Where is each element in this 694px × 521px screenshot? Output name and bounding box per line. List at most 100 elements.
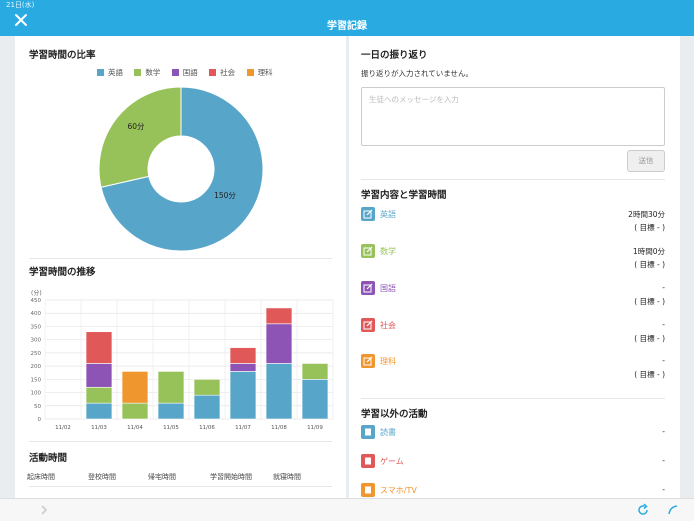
legend-item-japanese: 国語 bbox=[171, 67, 198, 78]
subject-row-science[interactable]: 理科 - ( 目標 - ) bbox=[361, 354, 665, 384]
x-tick-label: 11/03 bbox=[91, 425, 107, 431]
legend-item-english: 英語 bbox=[97, 67, 123, 78]
activity-name: ゲーム bbox=[380, 457, 404, 466]
bar-segment-英語 bbox=[229, 371, 257, 420]
trend-bar-chart: (分) 0 50 100 150 200 250 300 350 400 450 11/02 11/… bbox=[31, 289, 334, 431]
top-bar: 21日(水) 学習記録 bbox=[0, 0, 694, 36]
bar-segment-数学 bbox=[193, 379, 221, 396]
bar-segment-英語 bbox=[85, 402, 113, 420]
subject-name: 国語 bbox=[380, 284, 396, 293]
message-placeholder: 生徒へのメッセージを入力 bbox=[369, 95, 459, 104]
col-sleep: 就寝時間 bbox=[273, 473, 301, 481]
bottom-toolbar bbox=[0, 498, 694, 521]
legend-swatch bbox=[134, 69, 142, 76]
bar-segment-国語 bbox=[229, 363, 257, 372]
y-tick-label: 100 bbox=[31, 391, 42, 397]
edit-icon bbox=[361, 207, 375, 221]
activity-title: 活動時間 bbox=[29, 453, 68, 464]
bar-segment-理科 bbox=[121, 371, 149, 404]
edit-icon bbox=[361, 281, 375, 295]
bar-segment-数学 bbox=[157, 371, 185, 404]
subject-time: - bbox=[662, 320, 665, 329]
subject-row-math[interactable]: 数学 1時間0分 ( 目標 - ) bbox=[361, 244, 665, 274]
y-tick-label: 250 bbox=[31, 351, 42, 357]
bar-segment-社会 bbox=[265, 307, 293, 325]
subject-row-english[interactable]: 英語 2時間30分 ( 目標 - ) bbox=[361, 207, 665, 237]
reflection-title: 一日の振り返り bbox=[361, 50, 428, 61]
expand-icon[interactable] bbox=[666, 503, 680, 517]
y-tick-label: 150 bbox=[31, 377, 42, 383]
x-tick-label: 11/06 bbox=[199, 425, 215, 431]
subject-name: 英語 bbox=[380, 210, 396, 219]
subject-goal: ( 目標 - ) bbox=[634, 223, 665, 232]
subject-time: - bbox=[662, 283, 665, 292]
activity-value: - bbox=[662, 427, 665, 436]
bar-segment-数学 bbox=[121, 402, 149, 420]
col-study-start: 学習開始時間 bbox=[210, 473, 252, 481]
bar-segment-社会 bbox=[229, 347, 257, 364]
legend-swatch bbox=[209, 69, 217, 76]
activity-value: - bbox=[662, 456, 665, 465]
left-panel: 学習時間の比率 英語 数学 国語 社会 理科 150分 60分 学習時間の推移 … bbox=[15, 36, 346, 498]
send-button[interactable]: 送信 bbox=[627, 150, 665, 172]
x-tick-label: 11/02 bbox=[55, 425, 71, 431]
refresh-icon[interactable] bbox=[636, 503, 650, 517]
col-home: 帰宅時間 bbox=[148, 473, 176, 481]
y-tick-label: 0 bbox=[38, 417, 42, 423]
subject-row-japanese[interactable]: 国語 - ( 目標 - ) bbox=[361, 281, 665, 311]
subject-name: 社会 bbox=[380, 321, 396, 330]
x-tick-label: 11/08 bbox=[271, 425, 287, 431]
subject-row-social[interactable]: 社会 - ( 目標 - ) bbox=[361, 318, 665, 348]
bar-segment-国語 bbox=[265, 323, 293, 364]
subject-goal: ( 目標 - ) bbox=[634, 370, 665, 379]
message-input[interactable]: 生徒へのメッセージを入力 bbox=[361, 87, 665, 146]
y-axis-unit: (分) bbox=[31, 289, 42, 297]
edit-icon bbox=[361, 244, 375, 258]
legend-swatch bbox=[171, 69, 179, 76]
bar-segment-英語 bbox=[157, 402, 185, 420]
y-tick-label: 300 bbox=[31, 338, 42, 344]
y-tick-label: 50 bbox=[34, 404, 41, 410]
y-tick-label: 400 bbox=[31, 311, 42, 317]
reflection-empty-text: 振り返りが入力されていません。 bbox=[361, 69, 474, 78]
activity-name: スマホ/TV bbox=[380, 486, 417, 495]
bar-segment-数学 bbox=[85, 386, 113, 404]
x-tick-label: 11/09 bbox=[307, 425, 323, 431]
pie-label-english: 150分 bbox=[214, 191, 236, 200]
study-title: 学習内容と学習時間 bbox=[361, 190, 447, 201]
page-title: 学習記録 bbox=[327, 21, 367, 32]
status-date: 21日(水) bbox=[6, 1, 35, 9]
book-icon bbox=[361, 425, 375, 439]
col-school: 登校時間 bbox=[88, 473, 116, 481]
x-tick-label: 11/07 bbox=[235, 425, 251, 431]
bar-segment-英語 bbox=[301, 379, 329, 420]
activity-row-reading[interactable]: 読書 - bbox=[361, 425, 665, 443]
subject-goal: ( 目標 - ) bbox=[634, 334, 665, 343]
x-tick-label: 11/04 bbox=[127, 425, 143, 431]
activity-row-game[interactable]: ゲーム - bbox=[361, 454, 665, 472]
legend-item-science: 理科 bbox=[246, 67, 273, 78]
subject-time: 2時間30分 bbox=[628, 210, 665, 219]
y-tick-label: 450 bbox=[31, 298, 42, 304]
bar-segment-社会 bbox=[85, 331, 113, 364]
x-tick-label: 11/05 bbox=[163, 425, 179, 431]
activity-name: 読書 bbox=[380, 428, 396, 437]
legend-swatch bbox=[97, 69, 104, 76]
bar-segment-英語 bbox=[265, 363, 293, 420]
edit-icon bbox=[361, 354, 375, 368]
legend-swatch bbox=[246, 69, 254, 76]
edit-icon bbox=[361, 318, 375, 332]
subject-goal: ( 目標 - ) bbox=[634, 297, 665, 306]
forward-arrow-icon[interactable] bbox=[38, 504, 50, 516]
trend-title: 学習時間の推移 bbox=[29, 267, 96, 278]
activity-row-phone-tv[interactable]: スマホ/TV - bbox=[361, 483, 665, 498]
subject-time: - bbox=[662, 356, 665, 365]
ratio-title: 学習時間の比率 bbox=[29, 50, 96, 61]
y-tick-label: 200 bbox=[31, 364, 42, 370]
subject-goal: ( 目標 - ) bbox=[634, 260, 665, 269]
tv-icon bbox=[361, 483, 375, 497]
subject-name: 理科 bbox=[380, 357, 396, 366]
y-tick-label: 350 bbox=[31, 324, 42, 330]
subject-name: 数学 bbox=[380, 247, 396, 256]
pie-label-math: 60分 bbox=[127, 122, 145, 131]
